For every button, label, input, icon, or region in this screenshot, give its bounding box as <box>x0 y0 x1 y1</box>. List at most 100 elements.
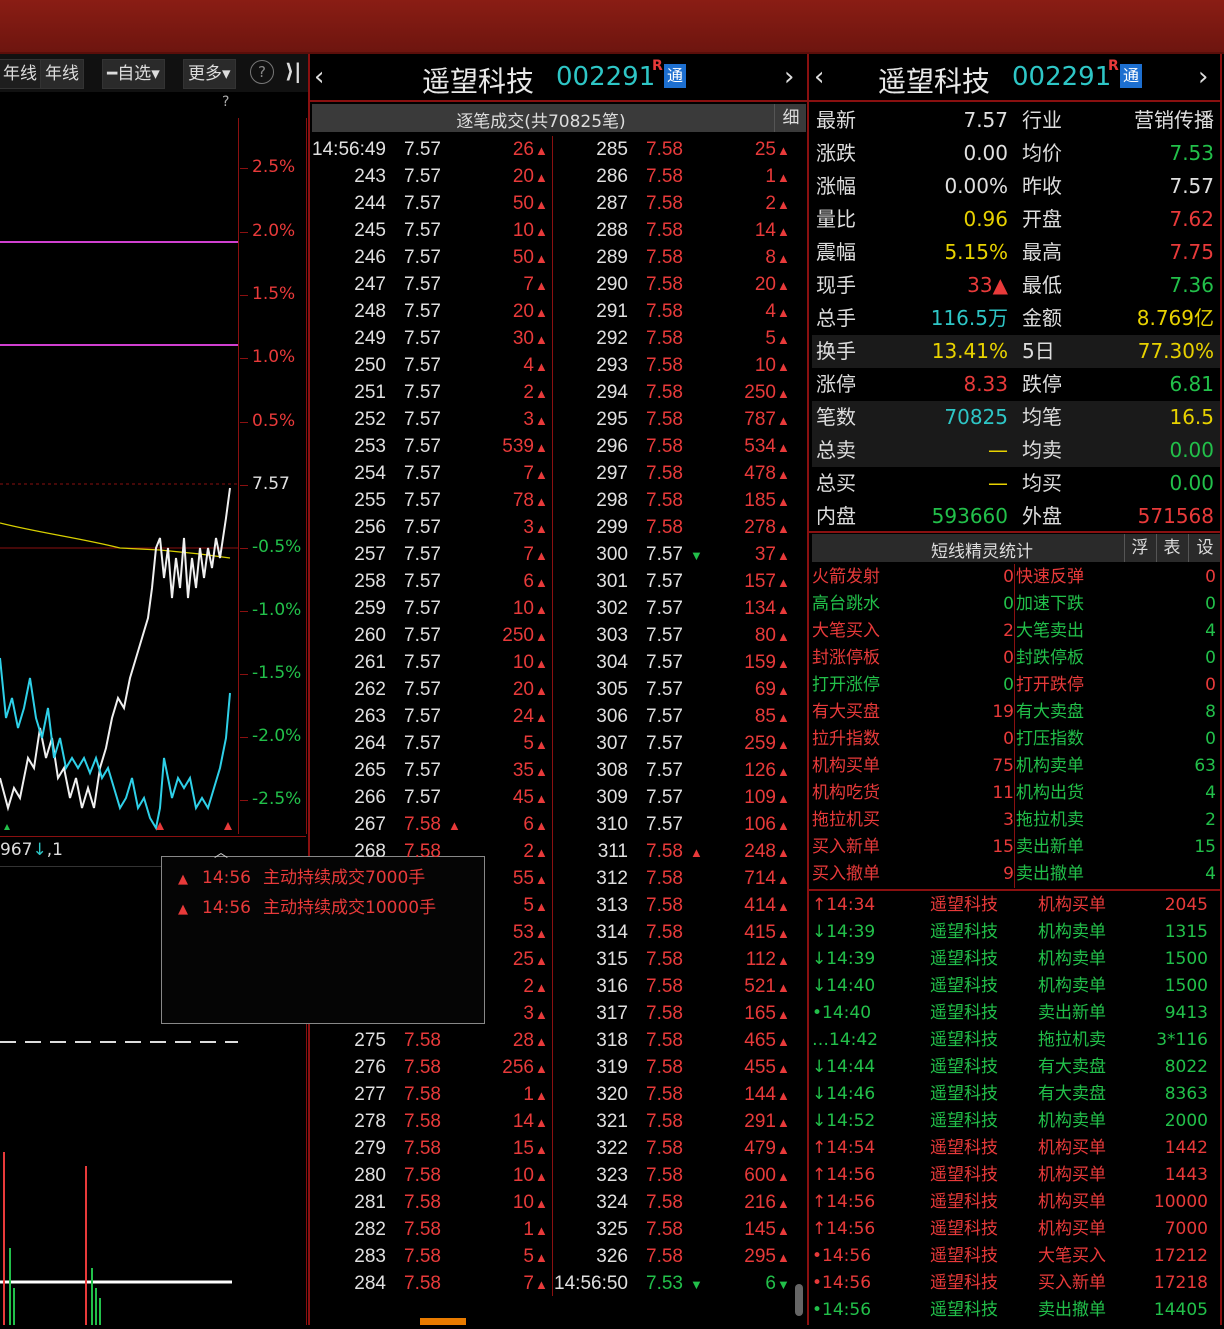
tick-row[interactable]: 307 7.57 259 ▲ <box>554 730 794 757</box>
watchlist-dropdown[interactable]: ━自选▾ <box>102 59 165 89</box>
detail-button[interactable]: 细 <box>774 104 807 132</box>
tick-row[interactable]: 284 7.58 7 ▲ <box>312 1270 552 1297</box>
tick-row[interactable]: 310 7.57 106 ▲ <box>554 811 794 838</box>
feed-row[interactable]: ↓14:39 遥望科技 机构卖单 1500 <box>812 946 1220 973</box>
period-button-1[interactable]: 年线 <box>0 59 42 89</box>
tick-row[interactable]: 312 7.58 714 ▲ <box>554 865 794 892</box>
tick-row[interactable]: 276 7.58 256 ▲ <box>312 1054 552 1081</box>
tick-row[interactable]: 301 7.57 157 ▲ <box>554 568 794 595</box>
prev-stock-icon-right[interactable]: ‹ <box>814 62 824 92</box>
sprite-row[interactable]: 打开涨停 0 打开跌停 0 <box>812 672 1220 699</box>
feed-row[interactable]: ↓14:44 遥望科技 有大卖盘 8022 <box>812 1054 1220 1081</box>
settings-button[interactable]: 设 <box>1188 534 1221 562</box>
prev-stock-icon[interactable]: ‹ <box>314 62 324 92</box>
tick-row[interactable]: 25 ▲ <box>312 946 552 973</box>
tick-row[interactable]: 248 7.57 20 ▲ <box>312 298 552 325</box>
tick-row[interactable]: 297 7.58 478 ▲ <box>554 460 794 487</box>
next-stock-icon[interactable]: › <box>784 62 794 92</box>
feed-row[interactable]: ↓14:39 遥望科技 机构卖单 1315 <box>812 919 1220 946</box>
sprite-row[interactable]: 拉升指数 0 打压指数 0 <box>812 726 1220 753</box>
sprite-row[interactable]: 买入撤单 9 卖出撤单 4 <box>812 861 1220 888</box>
tick-row[interactable]: 290 7.58 20 ▲ <box>554 271 794 298</box>
tick-row[interactable]: 263 7.57 24 ▲ <box>312 703 552 730</box>
tick-row[interactable]: 286 7.58 1 ▲ <box>554 163 794 190</box>
tick-row[interactable]: 258 7.57 6 ▲ <box>312 568 552 595</box>
tick-row[interactable]: 257 7.57 7 ▲ <box>312 541 552 568</box>
tick-list-right[interactable]: 285 7.58 25 ▲ 286 7.58 1 ▲ 287 7.58 2 ▲ 288 7.58 14 ▲ 28… <box>554 136 794 1298</box>
next-stock-icon-right[interactable]: › <box>1198 62 1208 92</box>
tick-row[interactable]: 321 7.58 291 ▲ <box>554 1108 794 1135</box>
tick-row[interactable]: 267 7.58 ▲ 6 ▲ <box>312 811 552 838</box>
tick-row[interactable]: 287 7.58 2 ▲ <box>554 190 794 217</box>
tick-row[interactable]: 252 7.57 3 ▲ <box>312 406 552 433</box>
sprite-row[interactable]: 有大买盘 19 有大卖盘 8 <box>812 699 1220 726</box>
tick-row[interactable]: 294 7.58 250 ▲ <box>554 379 794 406</box>
chart-help-mark[interactable]: ? <box>222 94 229 110</box>
tick-row[interactable]: 296 7.58 534 ▲ <box>554 433 794 460</box>
tick-row[interactable]: 309 7.57 109 ▲ <box>554 784 794 811</box>
tick-row[interactable]: 289 7.58 8 ▲ <box>554 244 794 271</box>
tick-scrollbar[interactable] <box>795 1284 803 1316</box>
sprite-row[interactable]: 高台跳水 0 加速下跌 0 <box>812 591 1220 618</box>
tick-row[interactable]: 250 7.57 4 ▲ <box>312 352 552 379</box>
tick-row[interactable]: 283 7.58 5 ▲ <box>312 1243 552 1270</box>
tick-row[interactable]: 278 7.58 14 ▲ <box>312 1108 552 1135</box>
tick-row[interactable]: 293 7.58 10 ▲ <box>554 352 794 379</box>
float-button[interactable]: 浮 <box>1124 534 1155 562</box>
tick-row[interactable]: 5 ▲ <box>312 892 552 919</box>
tick-row[interactable]: 265 7.57 35 ▲ <box>312 757 552 784</box>
tick-row[interactable]: 245 7.57 10 ▲ <box>312 217 552 244</box>
sprite-row[interactable]: 大笔买入 2 大笔卖出 4 <box>812 618 1220 645</box>
tick-row[interactable]: 318 7.58 465 ▲ <box>554 1027 794 1054</box>
tick-row[interactable]: 259 7.57 10 ▲ <box>312 595 552 622</box>
tick-row[interactable]: 303 7.57 80 ▲ <box>554 622 794 649</box>
tick-row[interactable]: 300 7.57 ▼ 37 ▲ <box>554 541 794 568</box>
tick-row[interactable]: 256 7.57 3 ▲ <box>312 514 552 541</box>
tick-row[interactable]: 305 7.57 69 ▲ <box>554 676 794 703</box>
tick-row[interactable]: 319 7.58 455 ▲ <box>554 1054 794 1081</box>
tick-row[interactable]: 316 7.58 521 ▲ <box>554 973 794 1000</box>
help-icon[interactable]: ? <box>250 60 274 84</box>
tick-row[interactable]: 324 7.58 216 ▲ <box>554 1189 794 1216</box>
tick-row[interactable]: 275 7.58 28 ▲ <box>312 1027 552 1054</box>
price-chart-area[interactable] <box>0 118 239 834</box>
tick-row[interactable]: 2 ▲ <box>312 973 552 1000</box>
tick-list-left[interactable]: 14:56:49 7.57 26 ▲ 243 7.57 20 ▲ 244 7.57 50 ▲ 245 7.… <box>312 136 552 1298</box>
tick-row[interactable]: 282 7.58 1 ▲ <box>312 1216 552 1243</box>
tick-row[interactable]: 320 7.58 144 ▲ <box>554 1081 794 1108</box>
collapse-icon[interactable]: ⟩| <box>285 59 301 83</box>
tick-row[interactable]: 261 7.57 10 ▲ <box>312 649 552 676</box>
feed-row[interactable]: ↓14:52 遥望科技 机构卖单 2000 <box>812 1108 1220 1135</box>
feed-row[interactable]: ↑14:54 遥望科技 机构买单 1442 <box>812 1135 1220 1162</box>
feed-row[interactable]: •14:56 遥望科技 买入新单 17218 <box>812 1270 1220 1297</box>
tick-row[interactable]: 304 7.57 159 ▲ <box>554 649 794 676</box>
feed-row[interactable]: ↑14:56 遥望科技 机构买单 10000 <box>812 1189 1220 1216</box>
tick-row[interactable]: 285 7.58 25 ▲ <box>554 136 794 163</box>
tick-row[interactable]: 244 7.57 50 ▲ <box>312 190 552 217</box>
tick-row[interactable]: 260 7.57 250 ▲ <box>312 622 552 649</box>
feed-row[interactable]: ↓14:40 遥望科技 机构卖单 1500 <box>812 973 1220 1000</box>
tick-row[interactable]: 279 7.58 15 ▲ <box>312 1135 552 1162</box>
tick-row[interactable]: 247 7.57 7 ▲ <box>312 271 552 298</box>
feed-row[interactable]: …14:42 遥望科技 拖拉机卖 3*116 <box>812 1027 1220 1054</box>
tick-row[interactable]: 277 7.58 1 ▲ <box>312 1081 552 1108</box>
tick-row[interactable]: 264 7.57 5 ▲ <box>312 730 552 757</box>
tick-row[interactable]: 311 7.58 ▲ 248 ▲ <box>554 838 794 865</box>
sprite-row[interactable]: 拖拉机买 3 拖拉机卖 2 <box>812 807 1220 834</box>
tick-row[interactable]: 249 7.57 30 ▲ <box>312 325 552 352</box>
feed-row[interactable]: ↑14:34 遥望科技 机构买单 2045 <box>812 892 1220 919</box>
tick-row[interactable]: 268 7.58 2 ▲ <box>312 838 552 865</box>
tick-row[interactable]: 326 7.58 295 ▲ <box>554 1243 794 1270</box>
feed-row[interactable]: •14:56 遥望科技 大笔买入 17212 <box>812 1243 1220 1270</box>
tick-row[interactable]: 292 7.58 5 ▲ <box>554 325 794 352</box>
tick-scroll-indicator[interactable] <box>420 1318 466 1325</box>
tick-row[interactable]: 255 7.57 78 ▲ <box>312 487 552 514</box>
tick-row[interactable]: 323 7.58 600 ▲ <box>554 1162 794 1189</box>
tick-row[interactable]: 243 7.57 20 ▲ <box>312 163 552 190</box>
period-button-2[interactable]: 年线 <box>40 59 84 89</box>
tick-row[interactable]: 306 7.57 85 ▲ <box>554 703 794 730</box>
tick-row[interactable]: 314 7.58 415 ▲ <box>554 919 794 946</box>
tick-row[interactable]: 298 7.58 185 ▲ <box>554 487 794 514</box>
tick-row[interactable]: 55 ▲ <box>312 865 552 892</box>
tick-row[interactable]: 291 7.58 4 ▲ <box>554 298 794 325</box>
